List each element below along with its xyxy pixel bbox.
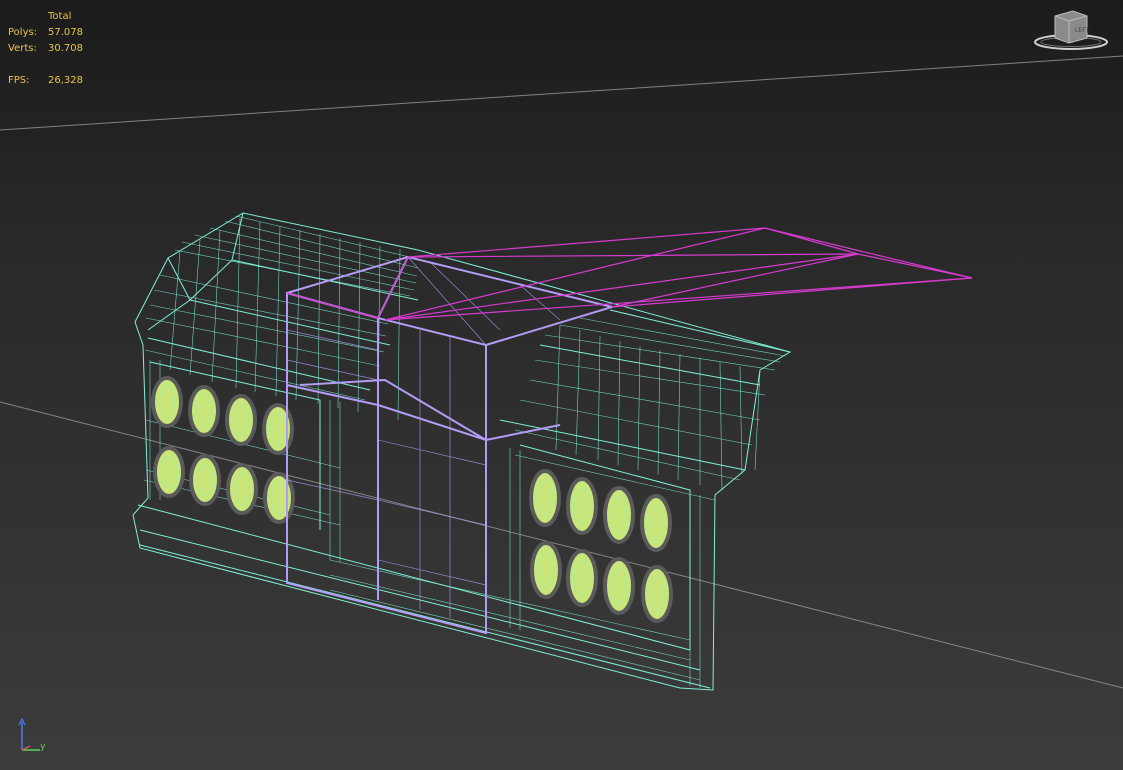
viewcube-icon[interactable]: LEFT	[1031, 6, 1111, 52]
fps-label: FPS:	[8, 75, 30, 86]
grid-lines	[0, 55, 1123, 689]
light-frustum[interactable]	[286, 227, 973, 321]
stats-header: Total	[48, 11, 72, 22]
viewcube-face-label: LEFT	[1075, 27, 1089, 34]
perspective-viewport[interactable]	[0, 0, 1123, 770]
fps-value: 26,328	[48, 75, 83, 86]
verts-label: Verts:	[8, 43, 37, 54]
axis-y-label: y	[40, 742, 46, 752]
stats-polys-row: Polys: 57.078	[8, 25, 83, 41]
lamp-cluster-right[interactable]	[529, 469, 673, 623]
bumper-wireframe-mesh[interactable]	[132, 212, 792, 691]
stats-verts-row: Verts: 30.708	[8, 41, 83, 57]
polys-value: 57.078	[48, 27, 83, 38]
stats-fps-row: FPS: 26,328	[8, 73, 83, 89]
polys-label: Polys:	[8, 27, 38, 38]
lamp-cluster-left[interactable]	[151, 376, 295, 524]
viewport-statistics: Total Polys: 57.078 Verts: 30.708 FPS: 2…	[8, 9, 83, 89]
verts-value: 30.708	[48, 43, 83, 54]
axis-tripod: y	[10, 716, 50, 756]
